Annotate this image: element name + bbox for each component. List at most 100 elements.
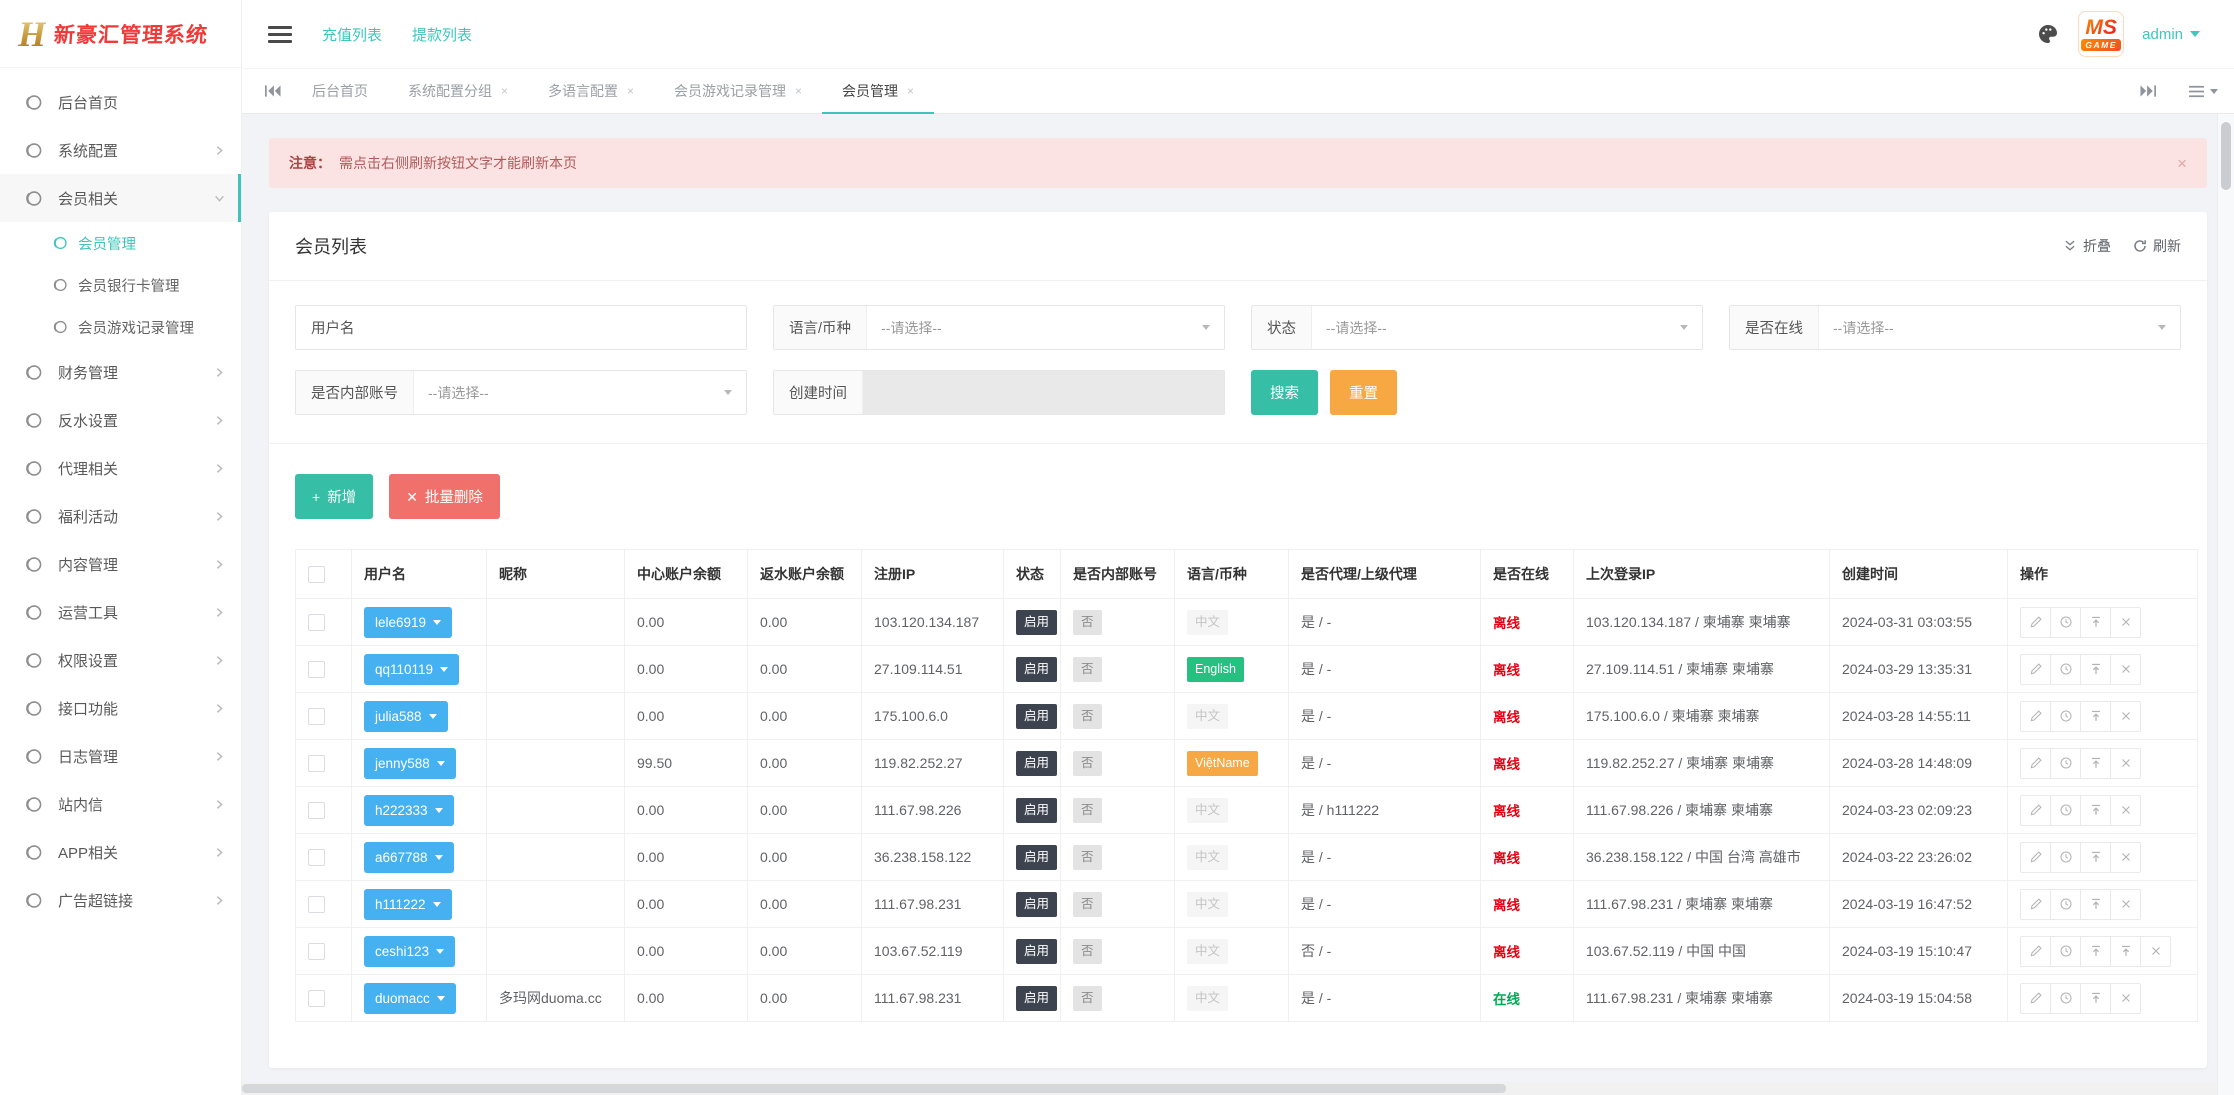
status-select[interactable]: --请选择-- <box>1312 306 1702 349</box>
tab-member-game-records[interactable]: 会员游戏记录管理× <box>654 69 822 113</box>
row-checkbox[interactable] <box>308 990 325 1007</box>
topbar-link-recharge-list[interactable]: 充值列表 <box>322 24 382 45</box>
notice-close-icon[interactable]: × <box>2177 155 2187 172</box>
tab-close-icon[interactable]: × <box>907 85 914 97</box>
sidebar-item-dashboard[interactable]: 后台首页 <box>0 78 241 126</box>
search-button[interactable]: 搜索 <box>1251 370 1318 415</box>
totop-icon[interactable] <box>2080 701 2111 732</box>
totop-icon[interactable] <box>2080 654 2111 685</box>
edit-icon[interactable] <box>2020 842 2051 873</box>
row-checkbox[interactable] <box>308 708 325 725</box>
record-icon[interactable] <box>2050 654 2081 685</box>
row-checkbox[interactable] <box>308 896 325 913</box>
totop-icon[interactable] <box>2080 842 2111 873</box>
edit-icon[interactable] <box>2020 889 2051 920</box>
menu-toggle-icon[interactable] <box>268 22 292 47</box>
sidebar-item-system-config[interactable]: 系统配置 <box>0 126 241 174</box>
sidebar-item-rebate[interactable]: 反水设置 <box>0 396 241 444</box>
tab-close-icon[interactable]: × <box>501 85 508 97</box>
horizontal-scrollbar[interactable] <box>242 1082 2217 1095</box>
collapse-button[interactable]: 折叠 <box>2063 236 2111 256</box>
sidebar-item-api[interactable]: 接口功能 <box>0 684 241 732</box>
sidebar-item-message[interactable]: 站内信 <box>0 780 241 828</box>
edit-icon[interactable] <box>2020 701 2051 732</box>
username-button[interactable]: a667788 <box>364 842 454 873</box>
sidebar-item-app-related[interactable]: APP相关 <box>0 828 241 876</box>
record-icon[interactable] <box>2050 983 2081 1014</box>
row-checkbox[interactable] <box>308 802 325 819</box>
sidebar-item-finance[interactable]: 财务管理 <box>0 348 241 396</box>
delete-icon[interactable] <box>2110 701 2141 732</box>
edit-icon[interactable] <box>2020 983 2051 1014</box>
tab-config-group[interactable]: 系统配置分组× <box>388 69 528 113</box>
username-button[interactable]: jenny588 <box>364 748 456 779</box>
sidebar-item-operation[interactable]: 运营工具 <box>0 588 241 636</box>
delete-icon[interactable] <box>2110 607 2141 638</box>
row-checkbox[interactable] <box>308 943 325 960</box>
edit-icon[interactable] <box>2020 607 2051 638</box>
tab-close-icon[interactable]: × <box>795 85 802 97</box>
vertical-scrollbar[interactable] <box>2217 114 2234 1095</box>
delete-icon[interactable] <box>2110 795 2141 826</box>
delete-icon[interactable] <box>2110 983 2141 1014</box>
tabs-menu-icon[interactable] <box>2188 85 2218 98</box>
sidebar-item-welfare[interactable]: 福利活动 <box>0 492 241 540</box>
row-checkbox[interactable] <box>308 661 325 678</box>
theme-palette-icon[interactable] <box>2036 22 2060 46</box>
edit-icon[interactable] <box>2020 748 2051 779</box>
reset-button[interactable]: 重置 <box>1330 370 1397 415</box>
totop-icon[interactable] <box>2080 983 2111 1014</box>
username-button[interactable]: qq110119 <box>364 654 459 685</box>
delete-icon[interactable] <box>2110 842 2141 873</box>
username-button[interactable]: duomacc <box>364 983 456 1014</box>
delete-icon[interactable] <box>2110 654 2141 685</box>
delete-icon[interactable] <box>2140 936 2171 967</box>
record-icon[interactable] <box>2050 842 2081 873</box>
vertical-scrollbar-thumb[interactable] <box>2221 122 2231 190</box>
sidebar-subitem-member-bank[interactable]: 会员银行卡管理 <box>0 264 241 306</box>
sidebar-subitem-member-manage[interactable]: 会员管理 <box>0 222 241 264</box>
sidebar-item-ads[interactable]: 广告超链接 <box>0 876 241 924</box>
language-select[interactable]: --请选择-- <box>867 306 1224 349</box>
record-icon[interactable] <box>2050 607 2081 638</box>
username-button[interactable]: h111222 <box>364 889 452 920</box>
record-icon[interactable] <box>2050 748 2081 779</box>
record-icon[interactable] <box>2050 701 2081 732</box>
tab-close-icon[interactable]: × <box>627 85 634 97</box>
totop-icon[interactable] <box>2080 748 2111 779</box>
sidebar-item-logs[interactable]: 日志管理 <box>0 732 241 780</box>
record-icon[interactable] <box>2050 936 2081 967</box>
totop-icon[interactable] <box>2080 607 2111 638</box>
select-all-checkbox[interactable] <box>308 566 325 583</box>
tab-member-manage[interactable]: 会员管理× <box>822 69 934 113</box>
totop-icon[interactable] <box>2110 936 2141 967</box>
user-menu[interactable]: admin <box>2142 26 2200 43</box>
delete-icon[interactable] <box>2110 748 2141 779</box>
record-icon[interactable] <box>2050 795 2081 826</box>
username-input[interactable] <box>370 306 747 349</box>
topbar-link-withdraw-list[interactable]: 提款列表 <box>412 24 472 45</box>
created-time-input[interactable] <box>863 371 1224 414</box>
sidebar-subitem-member-game-records[interactable]: 会员游戏记录管理 <box>0 306 241 348</box>
tabs-scroll-last-icon[interactable] <box>2128 84 2168 98</box>
username-button[interactable]: h222333 <box>364 795 454 826</box>
totop-icon[interactable] <box>2080 795 2111 826</box>
totop-icon[interactable] <box>2080 936 2111 967</box>
edit-icon[interactable] <box>2020 936 2051 967</box>
sidebar-item-permission[interactable]: 权限设置 <box>0 636 241 684</box>
row-checkbox[interactable] <box>308 614 325 631</box>
internal-select[interactable]: --请选择-- <box>414 371 746 414</box>
username-button[interactable]: lele6919 <box>364 607 452 638</box>
online-select[interactable]: --请选择-- <box>1819 306 2180 349</box>
totop-icon[interactable] <box>2080 889 2111 920</box>
add-button[interactable]: + 新增 <box>295 474 373 519</box>
sidebar-item-agent[interactable]: 代理相关 <box>0 444 241 492</box>
edit-icon[interactable] <box>2020 654 2051 685</box>
sidebar-item-member[interactable]: 会员相关 <box>0 174 241 222</box>
refresh-button[interactable]: 刷新 <box>2133 236 2181 256</box>
username-button[interactable]: ceshi123 <box>364 936 455 967</box>
delete-icon[interactable] <box>2110 889 2141 920</box>
row-checkbox[interactable] <box>308 755 325 772</box>
tabs-scroll-first-icon[interactable] <box>252 69 292 113</box>
tab-dashboard[interactable]: 后台首页 <box>292 69 388 113</box>
